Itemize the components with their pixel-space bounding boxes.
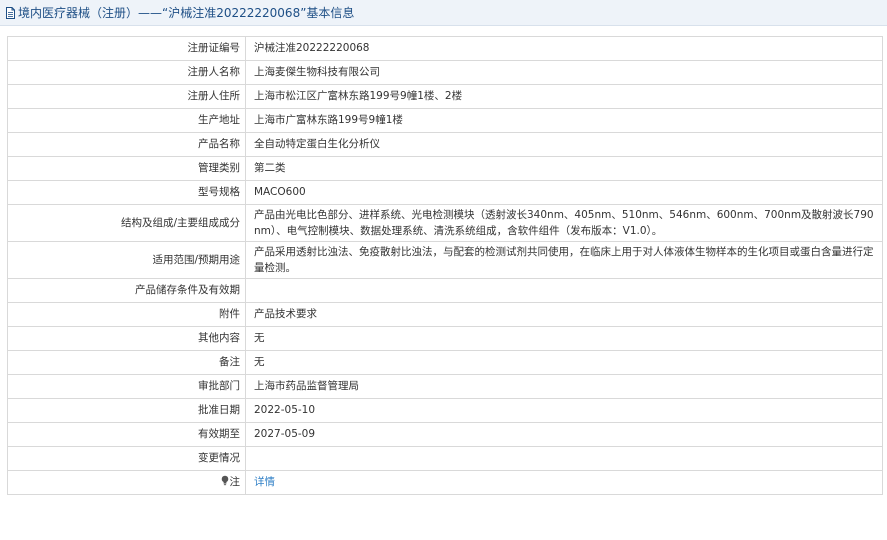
table-row-approval-department: 审批部门 上海市药品监督管理局 [7, 374, 883, 399]
row-value: 产品由光电比色部分、进样系统、光电检测模块（透射波长340nm、405nm、51… [245, 204, 883, 242]
row-value: 2022-05-10 [245, 398, 883, 423]
table-row-registrant-address: 注册人住所 上海市松江区广富林东路199号9幢1楼、2楼 [7, 84, 883, 109]
row-label: 适用范围/预期用途 [7, 241, 246, 279]
table-row-management-category: 管理类别 第二类 [7, 156, 883, 181]
row-label: 产品名称 [7, 132, 246, 157]
table-row-structure-composition: 结构及组成/主要组成成分 产品由光电比色部分、进样系统、光电检测模块（透射波长3… [7, 204, 883, 242]
row-value: 上海麦傑生物科技有限公司 [245, 60, 883, 85]
table-row-production-address: 生产地址 上海市广富林东路199号9幢1楼 [7, 108, 883, 133]
row-value: MACO600 [245, 180, 883, 205]
row-label: 注册人住所 [7, 84, 246, 109]
row-label: 附件 [7, 302, 246, 327]
row-value [245, 446, 883, 471]
table-row-remarks: 备注 无 [7, 350, 883, 375]
row-value: 无 [245, 326, 883, 351]
row-label: 注册证编号 [7, 36, 246, 61]
row-value: 上海市广富林东路199号9幢1楼 [245, 108, 883, 133]
page-title: 境内医疗器械（注册）——“沪械注准20222220068”基本信息 [18, 6, 355, 20]
row-label: 变更情况 [7, 446, 246, 471]
lightbulb-icon [221, 475, 228, 486]
table-row-valid-until: 有效期至 2027-05-09 [7, 422, 883, 447]
row-label: 备注 [7, 350, 246, 375]
row-label: 结构及组成/主要组成成分 [7, 204, 246, 242]
table-row-intended-use: 适用范围/预期用途 产品采用透射比浊法、免疫散射比浊法，与配套的检测试剂共同使用… [7, 241, 883, 279]
table-row-other-content: 其他内容 无 [7, 326, 883, 351]
row-value: 第二类 [245, 156, 883, 181]
table-row-registration-number: 注册证编号 沪械注准20222220068 [7, 36, 883, 61]
row-value: 沪械注准20222220068 [245, 36, 883, 61]
row-value: 无 [245, 350, 883, 375]
table-row-attachment: 附件 产品技术要求 [7, 302, 883, 327]
document-icon [6, 6, 15, 19]
row-label: 其他内容 [7, 326, 246, 351]
row-value: 产品技术要求 [245, 302, 883, 327]
row-value: 产品采用透射比浊法、免疫散射比浊法，与配套的检测试剂共同使用，在临床上用于对人体… [245, 241, 883, 279]
table-row-model-spec: 型号规格 MACO600 [7, 180, 883, 205]
row-value: 2027-05-09 [245, 422, 883, 447]
note-label-cell: 注 [7, 470, 246, 495]
row-value [245, 278, 883, 303]
row-label: 型号规格 [7, 180, 246, 205]
note-value-cell: 详情 [245, 470, 883, 495]
table-row-approval-date: 批准日期 2022-05-10 [7, 398, 883, 423]
details-link[interactable]: 详情 [254, 476, 275, 488]
table-row-registrant-name: 注册人名称 上海麦傑生物科技有限公司 [7, 60, 883, 85]
row-value: 上海市松江区广富林东路199号9幢1楼、2楼 [245, 84, 883, 109]
row-label: 产品储存条件及有效期 [7, 278, 246, 303]
table-row-product-name: 产品名称 全自动特定蛋白生化分析仪 [7, 132, 883, 157]
table-row-note: 注 详情 [7, 470, 883, 495]
table-row-change-status: 变更情况 [7, 446, 883, 471]
page-header: 境内医疗器械（注册）——“沪械注准20222220068”基本信息 [0, 0, 887, 26]
row-label: 有效期至 [7, 422, 246, 447]
row-label: 生产地址 [7, 108, 246, 133]
row-label: 注册人名称 [7, 60, 246, 85]
info-table: 注册证编号 沪械注准20222220068 注册人名称 上海麦傑生物科技有限公司… [7, 36, 883, 495]
row-label: 审批部门 [7, 374, 246, 399]
row-label: 管理类别 [7, 156, 246, 181]
row-label: 批准日期 [7, 398, 246, 423]
row-value: 全自动特定蛋白生化分析仪 [245, 132, 883, 157]
table-row-storage-conditions: 产品储存条件及有效期 [7, 278, 883, 303]
note-label: 注 [229, 476, 241, 488]
row-value: 上海市药品监督管理局 [245, 374, 883, 399]
